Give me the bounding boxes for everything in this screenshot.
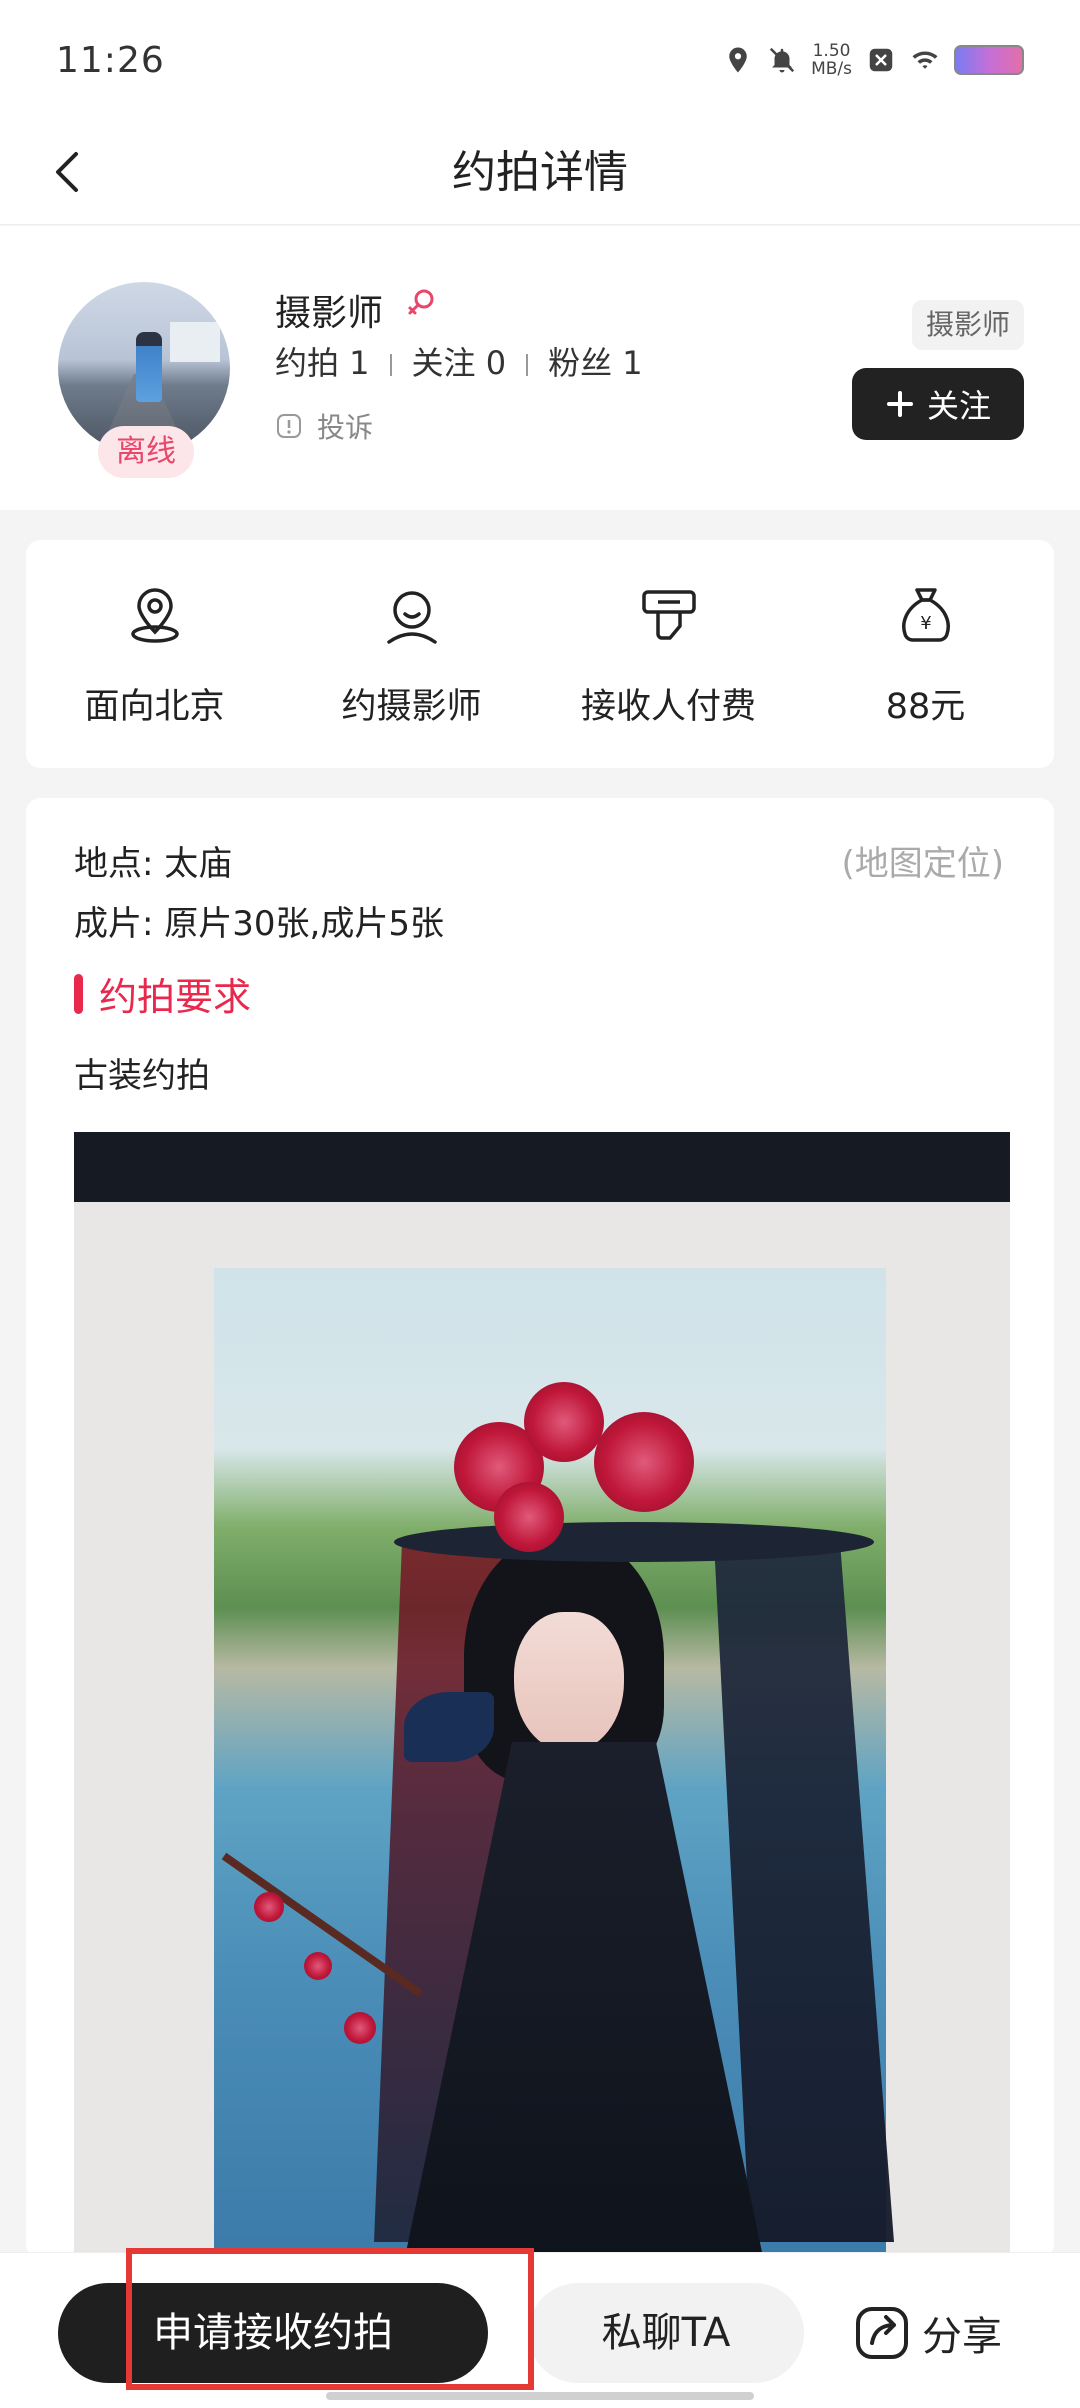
- following-count[interactable]: 关注 0: [412, 338, 507, 384]
- alert-icon: [277, 414, 301, 438]
- role-tag: 摄影师: [911, 300, 1024, 350]
- wifi-icon: [912, 51, 938, 69]
- info-label: 面向北京: [84, 687, 225, 727]
- complaint-label: 投诉: [317, 411, 374, 444]
- net-speed: 1.50 MB/s: [811, 41, 852, 79]
- section-accent-bar: [74, 973, 83, 1014]
- plus-icon: [886, 391, 913, 417]
- profile-section: 离线 摄影师 约拍 1 关注 0 粉丝 1 投诉 摄影师 关注: [0, 226, 1080, 510]
- svg-text:¥: ¥: [920, 613, 931, 634]
- info-item-type: 约摄影师: [283, 540, 540, 768]
- info-item-region: 面向北京: [26, 540, 283, 768]
- price-label: 88元: [885, 687, 966, 727]
- complaint-link[interactable]: 投诉: [275, 406, 373, 446]
- info-label: 接收人付费: [580, 687, 756, 727]
- appointment-info-card: 面向北京 约摄影师 接收人付费 ¥ 88元: [26, 540, 1054, 768]
- section-title: 约拍要求: [99, 975, 252, 1019]
- info-label: 约摄影师: [341, 687, 482, 727]
- user-stats: 约拍 1 关注 0 粉丝 1: [275, 338, 643, 384]
- divider: [526, 354, 529, 376]
- title-bar: 约拍详情: [0, 120, 1080, 225]
- female-gender-icon: [408, 289, 434, 315]
- money-bag-icon: ¥: [901, 588, 950, 642]
- status-time: 11:26: [56, 39, 165, 81]
- fans-count[interactable]: 粉丝 1: [548, 338, 643, 384]
- share-label: 分享: [922, 2314, 1002, 2360]
- page-title: 约拍详情: [452, 147, 628, 198]
- map-locate-link[interactable]: (地图定位): [841, 836, 1004, 885]
- person-icon: [386, 591, 437, 644]
- back-arrow-icon[interactable]: [40, 142, 100, 202]
- info-item-price: ¥ 88元: [797, 540, 1054, 768]
- share-button[interactable]: 分享: [852, 2283, 1002, 2383]
- divider: [389, 354, 392, 376]
- details-card: 地点: 太庙 (地图定位) 成片: 原片30张,成片5张 约拍要求 古装约拍: [26, 798, 1054, 2258]
- battery-icon: [954, 45, 1024, 75]
- location-icon: [729, 47, 747, 73]
- apply-button[interactable]: 申请接收约拍: [58, 2283, 488, 2383]
- status-bar: 11:26 1.50 MB/s: [0, 0, 1080, 120]
- status-icons: 1.50 MB/s: [723, 42, 1024, 78]
- payment-hand-icon: [641, 590, 696, 640]
- follow-label: 关注: [926, 387, 991, 425]
- section-header: 约拍要求: [74, 966, 251, 1021]
- requirement-text: 古装约拍: [74, 1056, 210, 1096]
- info-item-payment: 接收人付费: [540, 540, 797, 768]
- user-name: 摄影师: [275, 293, 384, 334]
- location-text: 地点: 太庙: [74, 844, 233, 884]
- bottom-action-bar: 申请接收约拍 私聊TA 分享: [0, 2252, 1080, 2408]
- sim-x-icon: [869, 48, 893, 72]
- sample-photo[interactable]: [74, 1132, 1010, 2258]
- mute-bell-icon: [769, 47, 795, 73]
- home-indicator: [326, 2392, 754, 2400]
- share-icon: [856, 2307, 908, 2359]
- follow-button[interactable]: 关注: [852, 368, 1024, 440]
- appointments-count[interactable]: 约拍 1: [275, 338, 370, 384]
- location-pin-icon: [130, 588, 179, 643]
- photos-text: 成片: 原片30张,成片5张: [74, 904, 444, 944]
- offline-badge: 离线: [98, 426, 194, 478]
- private-chat-button[interactable]: 私聊TA: [528, 2283, 804, 2383]
